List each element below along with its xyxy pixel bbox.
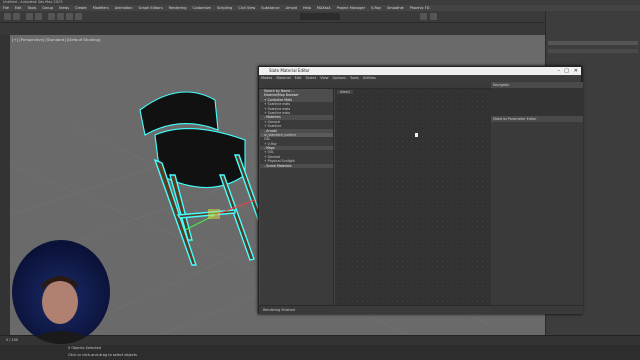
- node-view[interactable]: View1: [335, 89, 491, 305]
- presenter-image: [22, 276, 100, 344]
- menu-item[interactable]: Substance: [261, 6, 279, 10]
- viewport-label[interactable]: [+] [Perspective] [Standard] [Default Sh…: [12, 37, 100, 42]
- sme-menu-item[interactable]: View: [320, 76, 328, 80]
- scale-icon[interactable]: [75, 13, 82, 20]
- bar-stool-model: [139, 91, 246, 189]
- close-icon[interactable]: ✕: [574, 67, 578, 75]
- menu-item[interactable]: Animation: [115, 6, 133, 10]
- prompt-line: Click or click-and-drag to select object…: [68, 353, 137, 357]
- menu-item[interactable]: Graph Editors: [139, 6, 163, 10]
- sme-menu-item[interactable]: Tools: [350, 76, 359, 80]
- menu-item[interactable]: Tools: [28, 6, 37, 10]
- menu-item[interactable]: Help: [303, 6, 311, 10]
- maximize-icon[interactable]: □: [564, 67, 569, 75]
- left-toolbar: [0, 35, 10, 335]
- menu-item[interactable]: Create: [75, 6, 87, 10]
- menu-item[interactable]: Scripting: [217, 6, 233, 10]
- select-icon[interactable]: [48, 13, 55, 20]
- menu-item[interactable]: Phoenix FD: [410, 6, 430, 10]
- link-icon[interactable]: [26, 13, 33, 20]
- sme-menu-item[interactable]: Select: [305, 76, 316, 80]
- timeline[interactable]: 0 / 100: [0, 335, 640, 345]
- menu-item[interactable]: Project Manager: [337, 6, 365, 10]
- view-tab[interactable]: View1: [337, 90, 354, 94]
- sme-menu-item[interactable]: Edit: [295, 76, 302, 80]
- sme-right-panel: Navigator Material Parameter Editor: [491, 82, 583, 305]
- browser-row[interactable]: - Scene Materials: [260, 163, 333, 169]
- material-map-browser[interactable]: Search by Name ... Material/Map Browser + …: [260, 89, 334, 305]
- move-icon[interactable]: [57, 13, 64, 20]
- sme-menu-item[interactable]: Modes: [261, 76, 272, 80]
- material-editor-icon[interactable]: [420, 13, 427, 20]
- menu-item[interactable]: Arnold: [286, 6, 297, 10]
- sme-menu-item[interactable]: Material: [276, 76, 290, 80]
- status-bar: 0 Objects Selected Click or click-and-dr…: [0, 345, 640, 360]
- minimize-icon[interactable]: –: [558, 67, 561, 75]
- menu-item[interactable]: Civil View: [238, 6, 255, 10]
- rotate-icon[interactable]: [66, 13, 73, 20]
- menu-item[interactable]: Edit: [15, 6, 22, 10]
- undo-icon[interactable]: [4, 13, 11, 20]
- menu-item[interactable]: Views: [59, 6, 69, 10]
- named-selection-field[interactable]: [300, 13, 340, 20]
- menu-item[interactable]: Modifiers: [93, 6, 109, 10]
- sme-status: Rendering finished: [259, 305, 583, 314]
- main-toolbar: [0, 11, 545, 23]
- menu-item[interactable]: Group: [42, 6, 53, 10]
- slate-material-editor: Slate Material Editor ✕ □ – Modes Materia…: [258, 66, 583, 314]
- navigator-view[interactable]: [491, 88, 583, 116]
- sme-menu-item[interactable]: Utilities: [363, 76, 376, 80]
- sme-title: Slate Material Editor: [269, 68, 310, 73]
- ribbon: [0, 23, 545, 35]
- menu-item[interactable]: V-Ray: [371, 6, 381, 10]
- frame-counter: 0 / 100: [6, 338, 18, 342]
- cursor: [415, 133, 418, 137]
- sme-menu-item[interactable]: Options: [333, 76, 347, 80]
- menu-item[interactable]: Smoothie: [387, 6, 404, 10]
- menu-item[interactable]: MAXtoA: [317, 6, 331, 10]
- param-editor-label: Material Parameter Editor: [491, 116, 583, 122]
- webcam-overlay: [12, 240, 110, 344]
- unlink-icon[interactable]: [35, 13, 42, 20]
- render-icon[interactable]: [430, 13, 437, 20]
- menu-item[interactable]: Rendering: [169, 6, 187, 10]
- menu-item[interactable]: File: [3, 6, 9, 10]
- redo-icon[interactable]: [13, 13, 20, 20]
- selection-count: 0 Objects Selected: [68, 346, 101, 350]
- sme-title-bar: Slate Material Editor ✕ □ –: [259, 67, 581, 75]
- menu-item[interactable]: Customize: [192, 6, 210, 10]
